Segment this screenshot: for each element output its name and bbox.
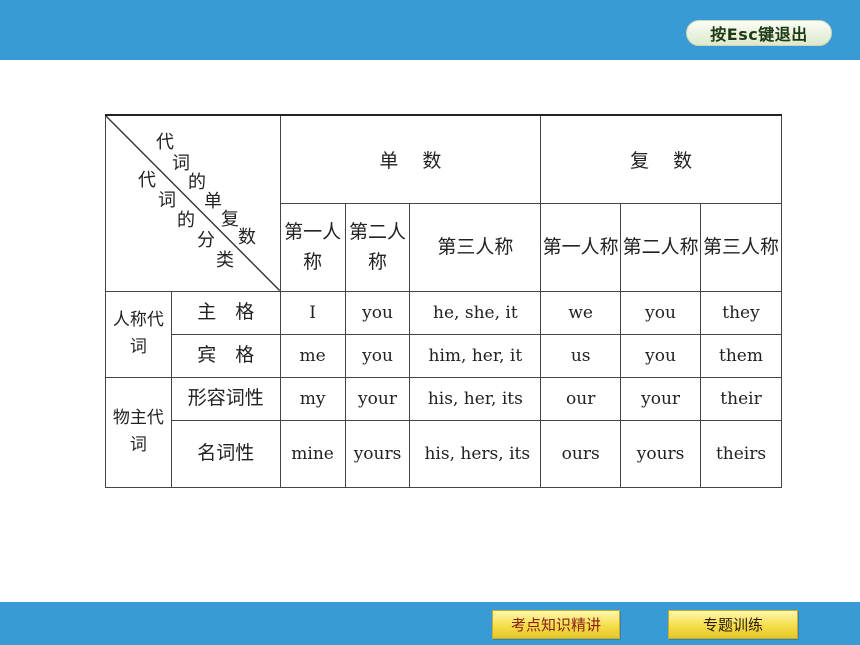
corner-char: 数: [238, 227, 256, 248]
person-header: 第三人称: [700, 202, 782, 292]
table-cell: his, her, its: [409, 376, 542, 421]
table-cell: him, her, it: [409, 333, 542, 378]
table-cell: ours: [540, 419, 622, 488]
person-header: 第一人称: [540, 202, 622, 292]
corner-char: 单: [204, 191, 222, 212]
table-cell: our: [540, 376, 622, 421]
person-header: 第二人称: [620, 202, 702, 292]
row-label: 形容词性: [170, 376, 281, 421]
table-cell: mine: [279, 419, 346, 488]
table-cell: his, hers, its: [409, 419, 542, 488]
table-cell: them: [700, 333, 782, 378]
table-cell: yours: [620, 419, 702, 488]
knowledge-button[interactable]: 考点知识精讲: [492, 610, 620, 639]
singular-header: 单数: [279, 114, 542, 204]
corner-char: 代: [138, 170, 156, 191]
table-cell: you: [344, 290, 411, 335]
corner-char: 的: [177, 210, 195, 231]
table-cell: your: [620, 376, 702, 421]
corner-char: 复: [221, 209, 239, 230]
row-label: 名词性: [170, 419, 281, 488]
person-header: 第二人称: [344, 202, 411, 292]
row-label: 宾 格: [170, 333, 281, 378]
group-label-possessive: 物主代词: [105, 376, 172, 488]
table-cell: he, she, it: [409, 290, 542, 335]
diagonal-line: [106, 116, 280, 291]
row-label: 主 格: [170, 290, 281, 335]
person-header: 第一人称: [279, 202, 346, 292]
table-cell: my: [279, 376, 346, 421]
table-cell: we: [540, 290, 622, 335]
table-cell: you: [620, 290, 702, 335]
table-cell: your: [344, 376, 411, 421]
corner-header: 代 词 的 单 复 数 代 词 的 分 类: [105, 114, 281, 292]
corner-char: 类: [216, 250, 234, 271]
corner-char: 分: [197, 230, 215, 251]
corner-char: 词: [158, 190, 176, 211]
table-cell: they: [700, 290, 782, 335]
table-cell: I: [279, 290, 346, 335]
pronoun-table: 代 词 的 单 复 数 代 词 的 分 类 单数 复数 第一人称 第二人称 第三…: [105, 114, 782, 488]
top-bar: 按Esc键退出: [0, 0, 860, 60]
table-cell: theirs: [700, 419, 782, 488]
group-label-personal: 人称代词: [105, 290, 172, 378]
person-header: 第三人称: [409, 202, 542, 292]
table-cell: you: [344, 333, 411, 378]
table-cell: their: [700, 376, 782, 421]
training-button[interactable]: 专题训练: [668, 610, 798, 639]
table-cell: me: [279, 333, 346, 378]
table-cell: yours: [344, 419, 411, 488]
table-cell: us: [540, 333, 622, 378]
table-cell: you: [620, 333, 702, 378]
plural-header: 复数: [540, 114, 782, 204]
exit-button[interactable]: 按Esc键退出: [686, 20, 832, 46]
